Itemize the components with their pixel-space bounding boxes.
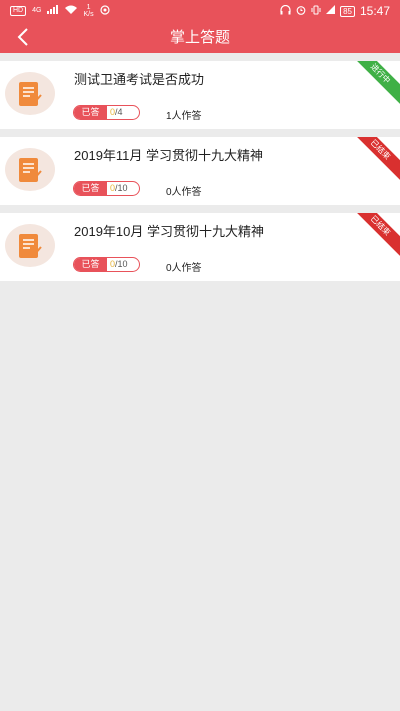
- answered-label: 已答: [74, 182, 107, 195]
- answer-progress: 已答 0/4: [73, 105, 140, 120]
- app-notification-icon: [99, 4, 110, 18]
- signal-bars-icon: [326, 5, 336, 17]
- network-type: 4G: [32, 7, 42, 14]
- quiz-card[interactable]: 2019年11月 学习贯彻十九大精神 已答 0/10 0人作答 已结束: [0, 137, 400, 205]
- question-total: /10: [115, 183, 128, 193]
- status-ribbon: 已结束: [346, 213, 400, 260]
- status-bar: HD 4G 1 K/s 85 15:47: [0, 0, 400, 22]
- question-total: /10: [115, 259, 128, 269]
- hd-indicator: HD: [10, 6, 27, 16]
- status-ribbon: 进行中: [346, 61, 400, 108]
- quiz-card[interactable]: 测试卫通考试是否成功 已答 0/4 1人作答 进行中: [0, 61, 400, 129]
- answered-label: 已答: [74, 106, 107, 119]
- quiz-list: 测试卫通考试是否成功 已答 0/4 1人作答 进行中 2019年11月 学习贯彻…: [0, 61, 400, 289]
- battery-icon: 85: [340, 5, 355, 17]
- page-title: 掌上答题: [169, 29, 230, 46]
- quiz-document-icon: [5, 148, 55, 191]
- question-total: /4: [115, 107, 123, 117]
- nav-bar: 掌上答题: [0, 22, 400, 53]
- participant-count: 1人作答: [166, 111, 202, 122]
- signal-icon: [47, 5, 59, 17]
- quiz-title: 2019年11月 学习贯彻十九大精神: [74, 148, 264, 163]
- answered-label: 已答: [74, 258, 107, 271]
- participant-count: 0人作答: [166, 187, 202, 198]
- participant-count: 0人作答: [166, 263, 202, 274]
- network-speed: 1 K/s: [83, 4, 94, 18]
- quiz-title: 2019年10月 学习贯彻十九大精神: [74, 224, 264, 239]
- vibrate-icon: [311, 5, 321, 18]
- status-ribbon: 已结束: [346, 137, 400, 184]
- headset-icon: [280, 4, 291, 18]
- clock: 15:47: [359, 4, 390, 18]
- answer-progress: 已答 0/10: [73, 181, 140, 196]
- quiz-document-icon: [5, 224, 55, 267]
- quiz-document-icon: [5, 72, 55, 115]
- wifi-icon: [65, 5, 78, 17]
- quiz-title: 测试卫通考试是否成功: [74, 72, 205, 87]
- answer-progress: 已答 0/10: [73, 257, 140, 272]
- alarm-icon: [296, 5, 306, 18]
- quiz-card[interactable]: 2019年10月 学习贯彻十九大精神 已答 0/10 0人作答 已结束: [0, 213, 400, 281]
